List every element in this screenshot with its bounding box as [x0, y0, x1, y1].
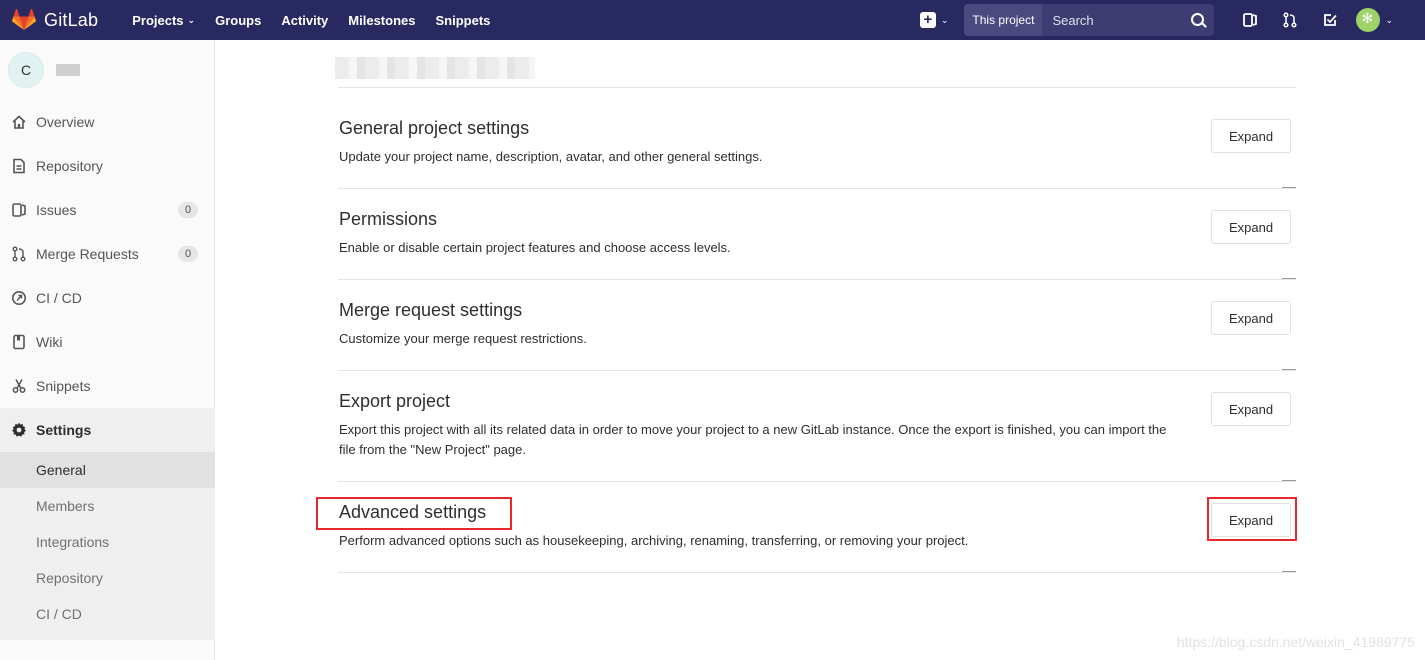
scissors-icon — [11, 378, 27, 394]
expand-general-button[interactable]: Expand — [1211, 119, 1291, 153]
rocket-icon — [11, 290, 27, 306]
sidebar-item-settings[interactable]: Settings — [0, 408, 215, 452]
gear-icon — [11, 422, 27, 438]
sidebar-item-label: Repository — [36, 158, 103, 174]
divider — [338, 87, 1296, 88]
highlight-box-advanced-expand — [1207, 497, 1297, 541]
expand-permissions-button[interactable]: Expand — [1211, 210, 1291, 244]
merge-request-icon — [11, 246, 27, 262]
search-box: This project — [964, 4, 1215, 36]
sidebar-item-overview[interactable]: Overview — [0, 100, 215, 144]
sidebar-item-wiki[interactable]: Wiki — [0, 320, 215, 364]
submenu-item-members[interactable]: Members — [0, 488, 215, 524]
watermark: https://blog.csdn.net/weixin_41989775 — [1176, 634, 1415, 650]
app-name: GitLab — [44, 9, 99, 30]
section-description: Perform advanced options such as houseke… — [339, 533, 969, 548]
sidebar-item-label: Wiki — [36, 334, 63, 350]
main-nav: Projects ⌄ Groups Activity Milestones Sn… — [132, 13, 510, 28]
submenu-item-general[interactable]: General — [0, 452, 215, 488]
sidebar-item-label: CI / CD — [36, 290, 82, 306]
settings-submenu: General Members Integrations Repository … — [0, 452, 215, 640]
issues-shortcut-button[interactable] — [1230, 0, 1270, 40]
tanuki-logo-icon — [12, 9, 36, 30]
divider — [338, 572, 1296, 573]
home-icon — [11, 114, 27, 130]
sidebar-item-ci-cd[interactable]: CI / CD — [0, 276, 215, 320]
user-menu[interactable]: ⌄ — [1356, 8, 1393, 32]
issues-icon — [11, 202, 27, 218]
section-title: Export project — [339, 391, 451, 411]
nav-milestones[interactable]: Milestones — [348, 13, 415, 28]
document-icon — [11, 158, 27, 174]
expand-export-button[interactable]: Expand — [1211, 392, 1291, 426]
new-dropdown-button[interactable]: + ⌄ — [919, 12, 949, 28]
section-description: Enable or disable certain project featur… — [339, 240, 731, 255]
chevron-down-icon: ⌄ — [1385, 14, 1393, 25]
topbar-right: + ⌄ This project Search ✻ ⌄ — [919, 0, 1425, 40]
settings-content: General project settings Update your pro… — [216, 40, 1425, 660]
sidebar-item-label: Overview — [36, 114, 95, 130]
nav-activity[interactable]: Activity — [281, 13, 328, 28]
book-icon — [11, 334, 27, 350]
sidebar-item-label: Snippets — [36, 378, 91, 394]
section-title: General project settings — [339, 118, 530, 138]
submenu-item-integrations[interactable]: Integrations — [0, 524, 215, 560]
issues-count-badge: 0 — [178, 202, 198, 218]
nav-projects-label: Projects — [132, 12, 184, 28]
sidebar-item-label: Merge Requests — [36, 246, 139, 262]
divider — [338, 370, 1296, 371]
section-description: Update your project name, description, a… — [339, 149, 763, 164]
merge-requests-shortcut-button[interactable] — [1270, 0, 1310, 40]
merge-requests-count-badge: 0 — [178, 246, 198, 262]
merge-request-icon — [1283, 12, 1298, 28]
chevron-down-icon: ⌄ — [940, 14, 949, 25]
search-scope-badge[interactable]: This project — [964, 4, 1043, 36]
chevron-down-icon: ⌄ — [187, 14, 196, 25]
project-sidebar: C Overview Repository Issues 0 Merge Req… — [0, 40, 215, 660]
nav-projects[interactable]: Projects ⌄ — [132, 13, 195, 28]
divider — [338, 279, 1296, 280]
breadcrumb-redacted — [335, 57, 535, 79]
search-input[interactable] — [1042, 4, 1185, 36]
submenu-item-ci-cd[interactable]: CI / CD — [0, 596, 215, 632]
project-header[interactable]: C — [0, 40, 214, 100]
top-navbar: GitLab Projects ⌄ Groups Activity Milest… — [0, 0, 1425, 40]
sidebar-item-merge-requests[interactable]: Merge Requests 0 — [0, 232, 215, 276]
submenu-item-repository[interactable]: Repository — [0, 560, 215, 596]
todos-shortcut-button[interactable] — [1310, 0, 1350, 40]
plus-icon: + — [919, 12, 936, 28]
project-avatar: C — [8, 52, 44, 88]
project-name-redacted — [56, 64, 80, 76]
section-description: Export this project with all its related… — [339, 422, 1167, 457]
expand-merge-requests-button[interactable]: Expand — [1211, 301, 1291, 335]
gitlab-logo[interactable]: GitLab — [12, 9, 98, 31]
sidebar-item-repository[interactable]: Repository — [0, 144, 215, 188]
divider — [338, 188, 1296, 189]
section-title: Permissions — [339, 209, 438, 229]
nav-groups[interactable]: Groups — [215, 13, 261, 28]
section-description: Customize your merge request restriction… — [339, 331, 587, 346]
divider — [338, 481, 1296, 482]
sidebar-item-issues[interactable]: Issues 0 — [0, 188, 215, 232]
search-icon[interactable] — [1184, 4, 1215, 36]
sidebar-item-snippets[interactable]: Snippets — [0, 364, 215, 408]
avatar — [1356, 8, 1381, 32]
sidebar-item-label: Settings — [36, 422, 92, 438]
todo-check-icon — [1324, 14, 1338, 26]
issues-icon — [1243, 13, 1258, 27]
sidebar-item-label: Issues — [36, 202, 77, 218]
highlight-box-advanced-title — [316, 497, 512, 530]
section-title: Merge request settings — [339, 300, 523, 320]
nav-snippets[interactable]: Snippets — [435, 13, 490, 28]
